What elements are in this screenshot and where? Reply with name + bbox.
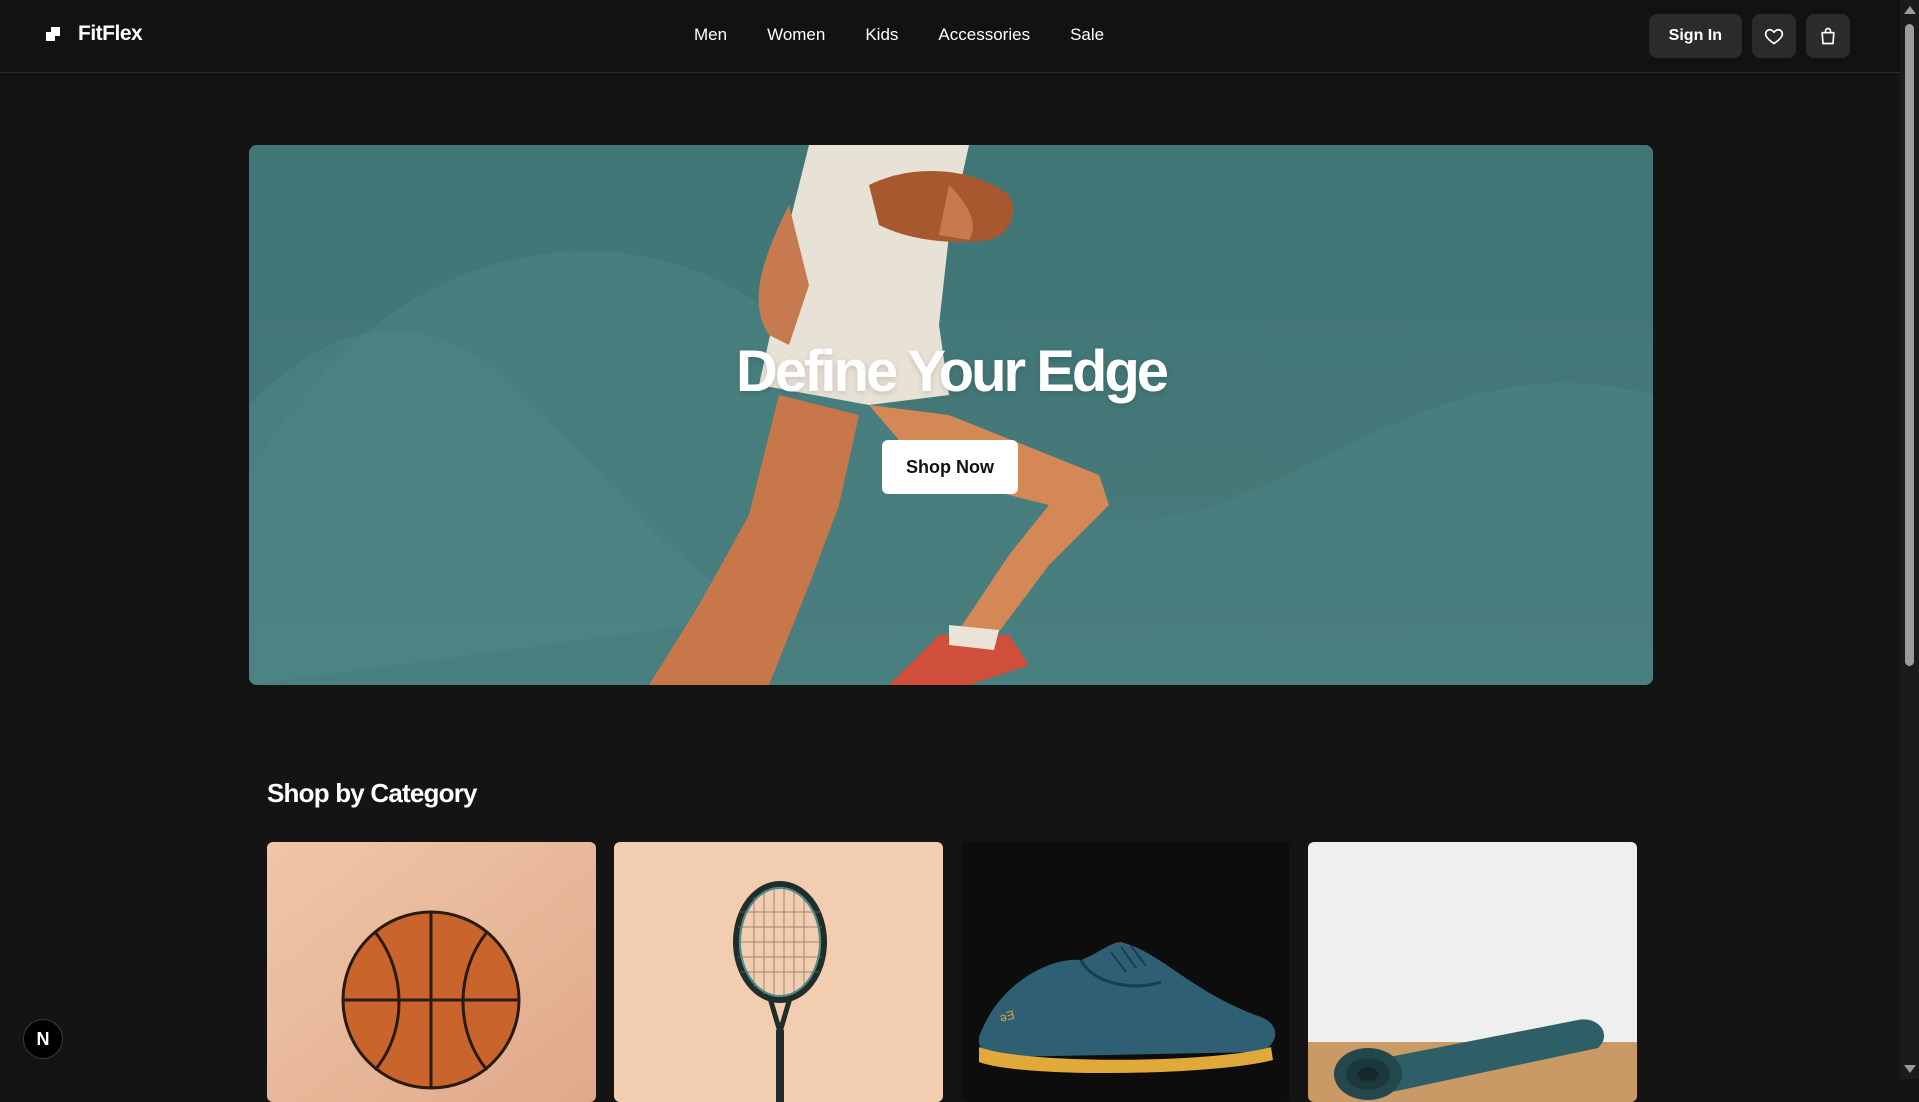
nav-item-kids[interactable]: Kids — [865, 25, 898, 45]
shopping-bag-icon — [1821, 27, 1835, 45]
category-card-shoes[interactable]: ǝƎ — [961, 842, 1290, 1102]
nav-item-women[interactable]: Women — [767, 25, 825, 45]
site-header: FitFlex Men Women Kids Accessories Sale … — [0, 0, 1900, 73]
running-shoe-image: ǝƎ — [961, 842, 1290, 1102]
category-card-yoga[interactable] — [1308, 842, 1637, 1102]
hero-banner: Define Your Edge Shop Now — [249, 145, 1653, 685]
page-scrollbar[interactable] — [1900, 0, 1919, 1079]
scroll-up-arrow[interactable] — [1904, 6, 1916, 14]
header-actions: Sign In — [1648, 14, 1850, 58]
scroll-down-arrow[interactable] — [1904, 1065, 1916, 1073]
sign-in-button[interactable]: Sign In — [1648, 14, 1742, 58]
brand-logo[interactable]: FitFlex — [46, 22, 143, 46]
section-title: Shop by Category — [267, 778, 477, 808]
dev-tools-badge[interactable]: N — [23, 1019, 63, 1059]
yoga-mat-image — [1308, 842, 1637, 1102]
basketball-image — [267, 842, 596, 1102]
category-card-tennis[interactable] — [614, 842, 943, 1102]
nav-item-sale[interactable]: Sale — [1070, 25, 1104, 45]
wishlist-button[interactable] — [1752, 14, 1796, 58]
hero-illustration — [249, 145, 1653, 685]
heart-icon — [1764, 28, 1784, 45]
category-grid: ǝƎ — [267, 842, 1637, 1102]
cart-button[interactable] — [1806, 14, 1850, 58]
main-nav: Men Women Kids Accessories Sale — [694, 25, 1104, 45]
scroll-thumb[interactable] — [1905, 24, 1914, 666]
hero-title: Define Your Edge — [735, 339, 1169, 404]
nav-item-men[interactable]: Men — [694, 25, 727, 45]
brand-name: FitFlex — [78, 22, 143, 45]
shop-now-button[interactable]: Shop Now — [882, 440, 1018, 494]
logo-icon — [46, 27, 60, 41]
category-card-basketball[interactable] — [267, 842, 596, 1102]
tennis-racket-image — [614, 842, 943, 1102]
nav-item-accessories[interactable]: Accessories — [938, 25, 1030, 45]
